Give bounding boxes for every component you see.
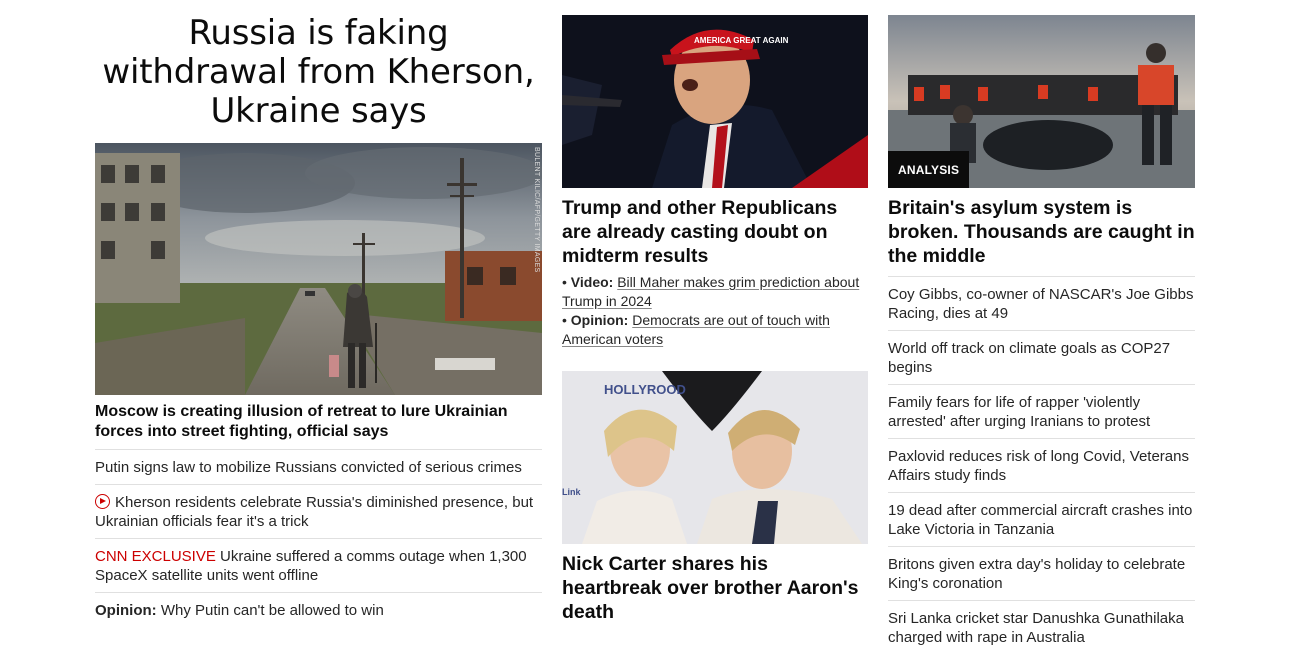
- list-item[interactable]: Sri Lanka cricket star Danushka Gunathil…: [888, 601, 1195, 654]
- play-video-icon: [95, 494, 110, 509]
- list-item[interactable]: Kherson residents celebrate Russia's dim…: [95, 485, 542, 539]
- list-item[interactable]: Britons given extra day's holiday to cel…: [888, 547, 1195, 601]
- trump-story-image[interactable]: AMERICA GREAT AGAIN: [562, 15, 868, 188]
- lead-story-headline[interactable]: Moscow is creating illusion of retreat t…: [95, 402, 542, 450]
- trump-story-headline[interactable]: Trump and other Republicans are already …: [562, 196, 868, 268]
- list-item-text: Why Putin can't be allowed to win: [156, 602, 384, 619]
- cap-slogan: AMERICA GREAT AGAIN: [694, 36, 789, 45]
- related-links-list: Putin signs law to mobilize Russians con…: [95, 450, 542, 627]
- list-item[interactable]: Coy Gibbs, co-owner of NASCAR's Joe Gibb…: [888, 277, 1195, 331]
- lead-story-image[interactable]: BULENT KILIC/AFP/GETTY IMAGES: [95, 143, 542, 395]
- list-item-text: Kherson residents celebrate Russia's dim…: [95, 494, 534, 530]
- opinion-label: Opinion:: [95, 602, 157, 619]
- nick-carter-story-image[interactable]: HOLLYROOD Link: [562, 371, 868, 544]
- video-label: Video:: [570, 274, 614, 290]
- list-item[interactable]: 19 dead after commercial aircraft crashe…: [888, 493, 1195, 547]
- list-item[interactable]: Paxlovid reduces risk of long Covid, Vet…: [888, 439, 1195, 493]
- lead-story-column: Russia is faking withdrawal from Kherson…: [95, 0, 542, 627]
- asylum-story-image[interactable]: ANALYSIS: [888, 15, 1195, 188]
- headline-list: Coy Gibbs, co-owner of NASCAR's Joe Gibb…: [888, 277, 1195, 654]
- related-opinion-link[interactable]: • Opinion: Democrats are out of touch wi…: [562, 311, 868, 349]
- bullet: •: [562, 274, 567, 290]
- related-video-link[interactable]: • Video: Bill Maher makes grim predictio…: [562, 273, 868, 311]
- right-column: ANALYSIS Britain's asylum system is brok…: [888, 0, 1195, 654]
- list-item[interactable]: Opinion: Why Putin can't be allowed to w…: [95, 593, 542, 627]
- list-item[interactable]: Putin signs law to mobilize Russians con…: [95, 450, 542, 485]
- image-credit: BULENT KILIC/AFP/GETTY IMAGES: [533, 147, 540, 273]
- list-item-text: Putin signs law to mobilize Russians con…: [95, 459, 522, 476]
- analysis-badge: ANALYSIS: [888, 151, 970, 188]
- backdrop-small-text: Link: [562, 487, 581, 497]
- asylum-story-headline[interactable]: Britain's asylum system is broken. Thous…: [888, 196, 1195, 277]
- list-item[interactable]: World off track on climate goals as COP2…: [888, 331, 1195, 385]
- list-item[interactable]: CNN EXCLUSIVE Ukraine suffered a comms o…: [95, 539, 542, 593]
- lead-story-title[interactable]: Russia is faking withdrawal from Kherson…: [95, 14, 542, 131]
- exclusive-label: CNN EXCLUSIVE: [95, 548, 216, 565]
- bullet: •: [562, 312, 567, 328]
- backdrop-logo: HOLLYROOD: [604, 382, 686, 397]
- nick-carter-story-headline[interactable]: Nick Carter shares his heartbreak over b…: [562, 552, 868, 624]
- opinion-label: Opinion:: [570, 312, 629, 328]
- middle-column: AMERICA GREAT AGAIN Trump and other Repu…: [562, 0, 868, 624]
- list-item[interactable]: Family fears for life of rapper 'violent…: [888, 385, 1195, 439]
